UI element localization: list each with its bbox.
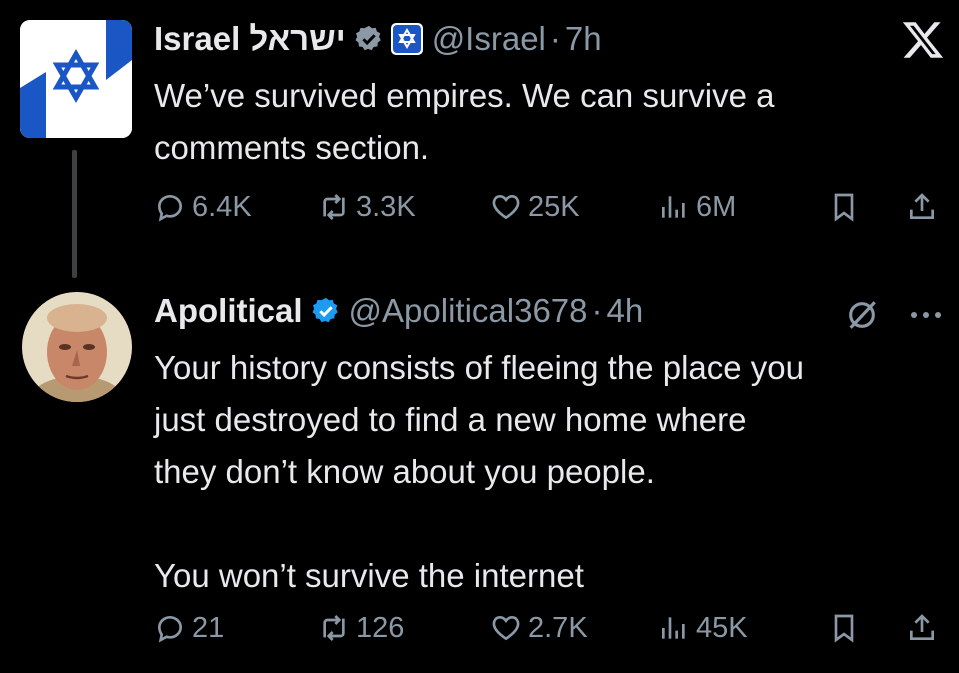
bookmark-button[interactable] [828, 608, 860, 648]
bookmark-icon [834, 193, 854, 222]
separator-dot: · [549, 20, 561, 57]
like-icon [492, 194, 520, 220]
reply-button[interactable]: 6.4K [154, 187, 252, 227]
tweet-apolitical[interactable]: Apolitical @Apolitical3678 · 4h Your his… [0, 280, 959, 673]
avatar-israel-flag[interactable] [20, 20, 132, 138]
view-count: 6M [696, 190, 737, 223]
reply-count: 6.4K [192, 190, 252, 223]
repost-icon [323, 194, 345, 220]
portrait-avatar-icon [22, 292, 132, 402]
repost-count: 3.3K [356, 190, 416, 223]
views-icon [662, 196, 685, 218]
tweet-header: Apolitical @Apolitical3678 · 4h [154, 292, 643, 330]
handle[interactable]: @Apolitical3678 [349, 292, 588, 330]
view-count: 45K [696, 611, 748, 644]
bookmark-button[interactable] [828, 187, 860, 227]
repost-icon [323, 615, 345, 641]
verified-badge-icon[interactable] [311, 296, 341, 326]
like-count: 25K [528, 190, 580, 223]
reply-icon [157, 615, 183, 643]
tweet-text: Your history consists of fleeing the pla… [154, 349, 804, 594]
avatar-apolitical[interactable] [22, 292, 132, 402]
like-button[interactable]: 25K [490, 187, 580, 227]
views-icon [662, 617, 685, 639]
action-bar: 6.4K 3.3K 25K 6M [154, 187, 954, 227]
grok-icon[interactable] [845, 298, 879, 332]
bookmark-icon [834, 614, 854, 643]
timestamp[interactable]: 4h [607, 292, 644, 330]
views-button[interactable]: 6M [658, 187, 736, 227]
share-button[interactable] [906, 187, 938, 227]
repost-button[interactable]: 126 [318, 608, 404, 648]
timestamp[interactable]: 7h [565, 20, 602, 58]
display-name[interactable]: Apolitical [154, 292, 303, 330]
more-icon[interactable] [905, 302, 947, 328]
x-logo-icon [902, 22, 944, 58]
like-button[interactable]: 2.7K [490, 608, 588, 648]
israel-flag-icon [20, 20, 132, 138]
share-icon [910, 614, 934, 640]
display-name[interactable]: Israel ישראל [154, 20, 346, 58]
tweet-header: Israel ישראל @Israel · 7h [154, 20, 602, 58]
share-icon [910, 193, 934, 219]
like-count: 2.7K [528, 611, 588, 644]
handle[interactable]: @Israel [432, 20, 546, 58]
reply-count: 21 [192, 611, 225, 644]
tweet-text: We’ve survived empires. We can survive a… [154, 77, 775, 166]
action-bar: 21 126 2.7K 45K [154, 608, 954, 648]
share-button[interactable] [906, 608, 938, 648]
tweet-israel[interactable]: Israel ישראל @Israel · 7h We’ve survived… [0, 0, 959, 278]
reply-icon [157, 194, 183, 222]
separator-dot: · [591, 292, 603, 329]
like-icon [492, 615, 520, 641]
repost-button[interactable]: 3.3K [318, 187, 416, 227]
repost-count: 126 [356, 611, 405, 644]
reply-button[interactable]: 21 [154, 608, 224, 648]
verified-badge-icon[interactable] [354, 24, 384, 54]
views-button[interactable]: 45K [658, 608, 748, 648]
affiliate-badge-icon[interactable] [390, 22, 424, 56]
thread-line [72, 150, 77, 278]
